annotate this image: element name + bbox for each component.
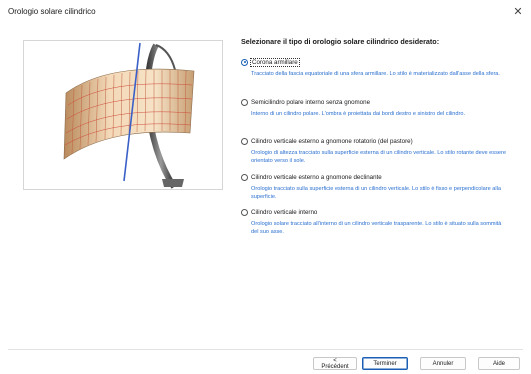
option-cilindro-gnomone-rotatorio[interactable]: Cilindro verticale esterno a gnomone rot… xyxy=(241,136,511,165)
instruction-heading: Selezionare il tipo di orologio solare c… xyxy=(241,37,440,46)
option-cilindro-gnomone-declinante[interactable]: Cilindro verticale esterno a gnomone dec… xyxy=(241,172,511,201)
radio-button-checked[interactable] xyxy=(241,58,248,66)
preview-image-panel xyxy=(23,40,223,190)
help-button[interactable]: Aide xyxy=(478,357,520,370)
radio-button[interactable] xyxy=(241,208,248,216)
option-description: Orologio di altezza tracciato sulla supe… xyxy=(251,150,506,164)
armillary-sundial-illustration xyxy=(63,42,195,189)
radio-button[interactable] xyxy=(241,137,248,145)
title-bar: Orologio solare cilindrico ✕ xyxy=(0,0,531,24)
option-description: Interno di un cilindro polare. L'ombra è… xyxy=(251,111,466,117)
option-cilindro-verticale-interno[interactable]: Cilindro verticale interno Orologio sola… xyxy=(241,207,511,236)
radio-button[interactable] xyxy=(241,173,248,181)
close-icon[interactable]: ✕ xyxy=(509,2,527,20)
option-label[interactable]: Cilindro verticale interno xyxy=(251,209,317,216)
window-title: Orologio solare cilindrico xyxy=(8,7,96,16)
option-corona-armillare[interactable]: Corona armillare Tracciato della fascia … xyxy=(241,57,511,78)
back-button[interactable]: < Précédent xyxy=(313,357,357,370)
footer-divider xyxy=(8,349,523,350)
option-description: Tracciato della fascia equatoriale di un… xyxy=(251,71,500,77)
radio-button[interactable] xyxy=(241,98,248,106)
dialog-window: Orologio solare cilindrico ✕ Selezionare… xyxy=(0,0,531,374)
cancel-button[interactable]: Annuler xyxy=(420,357,466,370)
finish-button[interactable]: Terminer xyxy=(362,357,408,370)
option-label[interactable]: Semicilindro polare interno senza gnomon… xyxy=(251,99,370,106)
option-description: Orologio solare tracciato all'interno di… xyxy=(251,221,502,235)
option-semicilindro-polare[interactable]: Semicilindro polare interno senza gnomon… xyxy=(241,97,511,118)
option-label[interactable]: Cilindro verticale esterno a gnomone rot… xyxy=(251,138,413,145)
option-description: Orologio tracciato sulla superficie este… xyxy=(251,186,501,200)
option-label[interactable]: Corona armillare xyxy=(250,57,300,67)
option-label[interactable]: Cilindro verticale esterno a gnomone dec… xyxy=(251,174,382,181)
